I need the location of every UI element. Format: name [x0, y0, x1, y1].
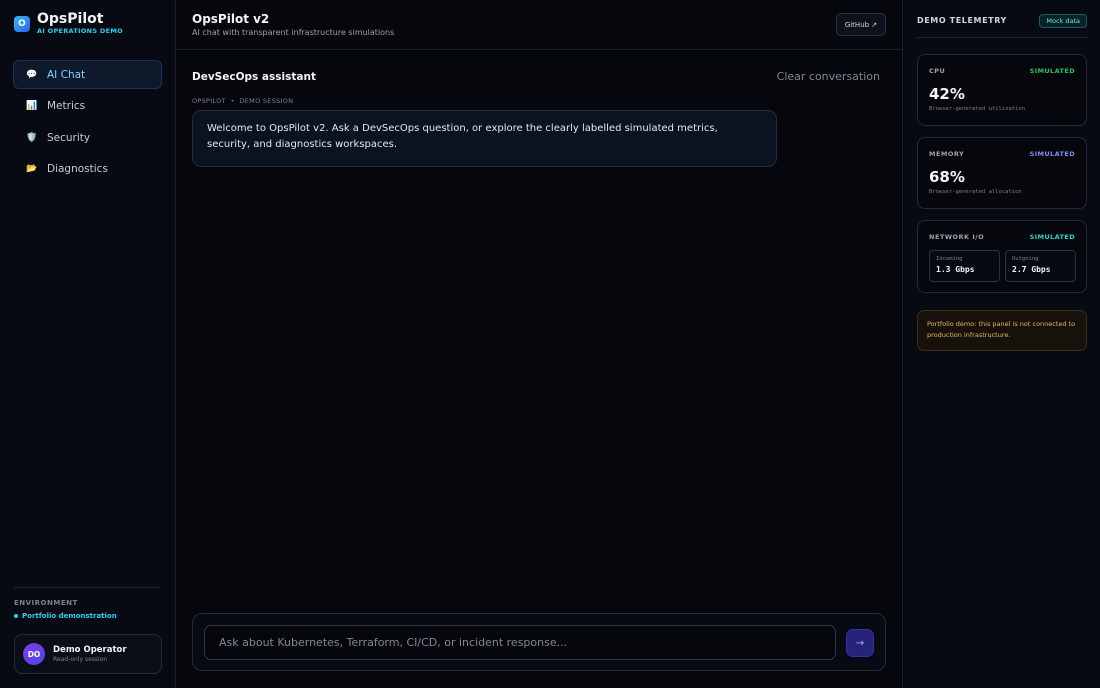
outgoing-value: 2.7 Gbps — [1012, 265, 1051, 274]
arrow-right-icon: → — [855, 637, 865, 649]
incoming-value: 1.3 Gbps — [936, 265, 975, 274]
environment-value: Portfolio demonstration — [14, 612, 161, 620]
environment-value-text: Portfolio demonstration — [22, 612, 117, 620]
page-title: OpsPilot v2 — [192, 12, 270, 26]
send-button[interactable]: → — [846, 629, 874, 657]
sidebar-item-label: Diagnostics — [47, 163, 108, 176]
topbar: OpsPilot v2 AI chat with transparent inf… — [176, 0, 902, 50]
network-label: NETWORK I/O — [929, 233, 985, 241]
mock-data-badge: Mock data — [1039, 14, 1087, 28]
avatar: DO — [23, 643, 45, 665]
sidebar-item-metrics[interactable]: 📊 Metrics — [13, 92, 162, 121]
brand-logo-icon: O — [14, 16, 30, 32]
memory-card: MEMORY SIMULATED 68% Browser-generated a… — [917, 137, 1087, 209]
chat-title: DevSecOps assistant — [192, 71, 316, 83]
assistant-message: Welcome to OpsPilot v2. Ask a DevSecOps … — [192, 110, 777, 167]
user-role: Read-only session — [53, 656, 108, 663]
telemetry-panel: DEMO TELEMETRY Mock data CPU SIMULATED 4… — [902, 0, 1100, 688]
brand-name: OpsPilot — [37, 11, 104, 27]
cpu-value: 42% — [929, 85, 965, 103]
cpu-label: CPU — [929, 67, 946, 75]
user-name: Demo Operator — [53, 645, 127, 655]
memory-note: Browser-generated allocation — [929, 189, 1022, 195]
page-subtitle: AI chat with transparent infrastructure … — [192, 28, 395, 37]
speech-bubble-icon: 💬 — [26, 69, 38, 80]
bar-chart-icon: 📊 — [26, 101, 38, 112]
outgoing-label: Outgoing — [1012, 256, 1039, 262]
folder-icon: 📂 — [26, 164, 38, 175]
cpu-note: Browser-generated utilization — [929, 106, 1026, 112]
brand-subtitle: AI OPERATIONS DEMO — [37, 27, 123, 35]
memory-label: MEMORY — [929, 150, 965, 158]
environment-section: ENVIRONMENT Portfolio demonstration — [14, 587, 161, 620]
sidebar-item-label: Security — [47, 131, 91, 144]
sidebar-item-ai-chat[interactable]: 💬 AI Chat — [13, 60, 162, 89]
shield-icon: 🛡️ — [26, 132, 38, 143]
sidebar-item-label: AI Chat — [47, 68, 86, 81]
network-status-badge: SIMULATED — [1029, 233, 1075, 241]
status-dot-icon — [14, 614, 18, 618]
telemetry-header: DEMO TELEMETRY Mock data — [917, 14, 1087, 38]
sidebar-item-label: Metrics — [47, 100, 86, 113]
memory-status-badge: SIMULATED — [1029, 150, 1075, 158]
incoming-box: Incoming 1.3 Gbps — [929, 250, 1000, 282]
chat-input[interactable] — [204, 625, 836, 660]
memory-value: 68% — [929, 168, 965, 186]
message-meta: OPSPILOT • DEMO SESSION — [192, 97, 294, 105]
sidebar-item-diagnostics[interactable]: 📂 Diagnostics — [13, 155, 162, 184]
main-content: OpsPilot v2 AI chat with transparent inf… — [176, 0, 902, 688]
environment-label: ENVIRONMENT — [14, 599, 78, 607]
github-button[interactable]: GitHub ↗ — [836, 13, 886, 36]
brand[interactable]: O OpsPilot AI OPERATIONS DEMO — [14, 12, 123, 36]
incoming-label: Incoming — [936, 256, 963, 262]
network-card: NETWORK I/O SIMULATED Incoming 1.3 Gbps … — [917, 220, 1087, 293]
cpu-status-badge: SIMULATED — [1029, 67, 1075, 75]
sidebar-item-security[interactable]: 🛡️ Security — [13, 123, 162, 152]
telemetry-title: DEMO TELEMETRY — [917, 16, 1007, 25]
chat-composer: → — [192, 613, 886, 671]
portfolio-notice: Portfolio demo: this panel is not connec… — [917, 310, 1087, 351]
cpu-card: CPU SIMULATED 42% Browser-generated util… — [917, 54, 1087, 126]
outgoing-box: Outgoing 2.7 Gbps — [1005, 250, 1076, 282]
clear-conversation-button[interactable]: Clear conversation — [777, 70, 880, 83]
user-card[interactable]: DO Demo Operator Read-only session — [14, 634, 162, 674]
sidebar: O OpsPilot AI OPERATIONS DEMO 💬 AI Chat … — [0, 0, 176, 688]
sidebar-nav: 💬 AI Chat 📊 Metrics 🛡️ Security 📂 Diagno… — [13, 60, 162, 186]
